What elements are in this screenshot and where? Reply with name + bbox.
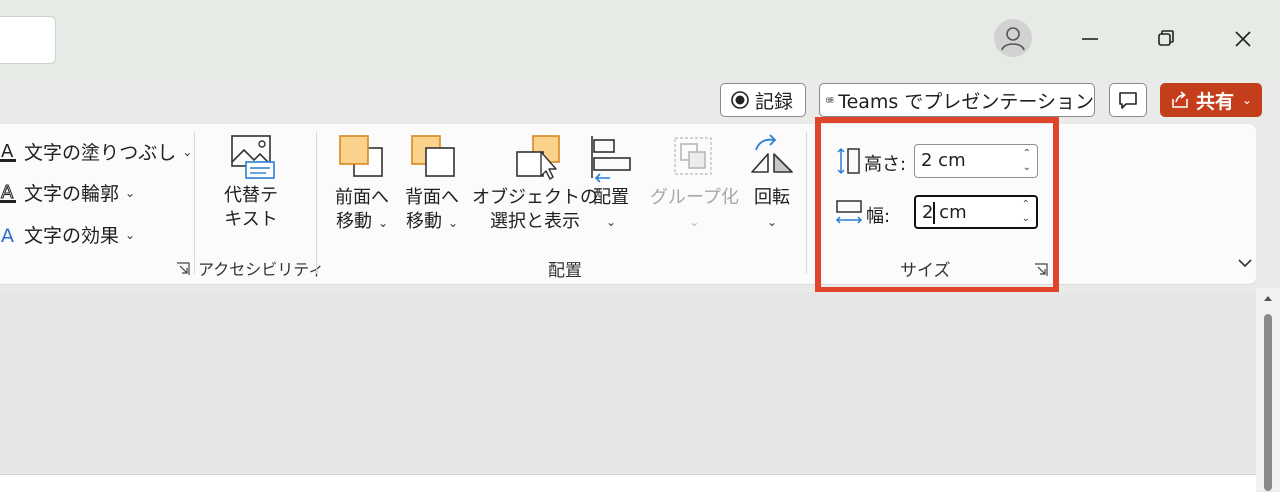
alt-text-label-1: 代替テ <box>224 185 278 206</box>
close-button[interactable] <box>1226 22 1260 56</box>
rotate-button[interactable]: 回転 ⌄ <box>746 132 798 234</box>
alt-text-label-2: キスト <box>224 209 278 230</box>
chevron-down-icon: ⌄ <box>605 215 617 229</box>
send-backward-label-1: 背面へ <box>405 187 459 208</box>
record-icon <box>731 91 749 109</box>
chevron-down-icon: ⌄ <box>766 215 778 229</box>
alt-text-icon <box>231 135 275 179</box>
record-button[interactable]: 記録 <box>720 83 806 117</box>
accessibility-group-label: アクセシビリティ <box>198 260 325 279</box>
dialog-launcher-icon[interactable] <box>176 262 190 276</box>
text-fill-icon: A <box>0 141 16 162</box>
text-effects-label: 文字の効果 <box>24 225 120 247</box>
scroll-up-icon[interactable] <box>1262 292 1274 304</box>
restore-button[interactable] <box>1149 22 1183 56</box>
svg-text:A: A <box>1 141 14 162</box>
alt-text-button[interactable]: 代替テ キスト <box>224 132 278 232</box>
rotate-label: 回転 <box>754 187 790 208</box>
group-separator <box>194 132 195 274</box>
send-backward-button[interactable]: 背面へ 移動 ⌄ <box>404 132 460 235</box>
group-label: グループ化 <box>650 187 739 208</box>
text-outline-button[interactable]: A 文字の輪郭 ⌄ <box>0 179 135 206</box>
command-bar: 記録 T Teams でプレゼンテーション 共有 ⌄ <box>0 80 1280 124</box>
chevron-down-icon: ⌄ <box>182 144 193 159</box>
chevron-down-icon: ⌄ <box>689 215 700 229</box>
selection-pane-label-1: オブジェクトの <box>472 187 598 208</box>
search-box[interactable] <box>0 16 56 64</box>
chevron-down-icon: ⌄ <box>377 216 389 230</box>
share-button[interactable]: 共有 ⌄ <box>1160 83 1262 117</box>
bring-forward-label-2: 移動 <box>335 211 372 232</box>
chevron-down-icon: ⌄ <box>447 216 459 230</box>
person-icon <box>1001 27 1025 51</box>
group-separator <box>316 132 317 274</box>
arrange-group-label: 配置 <box>548 261 582 281</box>
minimize-button[interactable] <box>1073 22 1107 56</box>
vertical-scrollbar[interactable] <box>1256 288 1280 491</box>
chevron-down-icon: ⌄ <box>125 227 136 242</box>
text-fill-label: 文字の塗りつぶし <box>24 142 177 164</box>
scroll-thumb[interactable] <box>1264 314 1272 491</box>
restore-icon <box>1158 30 1174 46</box>
close-icon <box>1235 31 1251 47</box>
share-icon <box>1172 91 1188 108</box>
align-icon <box>591 136 631 183</box>
chevron-down-icon: ⌄ <box>125 185 136 200</box>
text-effects-button[interactable]: A 文字の効果 ⌄ <box>0 221 135 248</box>
text-fill-button[interactable]: A 文字の塗りつぶし ⌄ <box>0 138 192 165</box>
account-avatar[interactable] <box>994 19 1032 57</box>
align-button[interactable]: 配置 ⌄ <box>586 132 636 234</box>
comments-button[interactable] <box>1109 83 1147 117</box>
bring-forward-button[interactable]: 前面へ 移動 ⌄ <box>334 132 390 235</box>
bring-forward-icon <box>339 135 383 177</box>
teams-present-button[interactable]: T Teams でプレゼンテーション <box>819 83 1095 117</box>
send-backward-icon <box>411 135 455 177</box>
chevron-down-icon: ⌄ <box>1242 93 1253 107</box>
group-icon <box>674 137 713 175</box>
teams-icon: T <box>826 97 834 103</box>
slide-canvas-area <box>0 292 1256 473</box>
slide-edge <box>0 474 1256 492</box>
bring-forward-label-1: 前面へ <box>335 187 389 208</box>
text-outline-icon: A <box>0 181 16 203</box>
svg-text:A: A <box>1 225 14 247</box>
svg-text:A: A <box>1 182 14 203</box>
comment-icon <box>1119 92 1137 109</box>
align-label: 配置 <box>593 187 629 208</box>
selection-pane-button[interactable]: オブジェクトの 選択と表示 <box>472 132 598 234</box>
teams-label: Teams でプレゼンテーション <box>838 90 1094 113</box>
ribbon: A 文字の塗りつぶし ⌄ A 文字の輪郭 ⌄ A 文字の効果 ⌄ 代替テ キスト… <box>0 124 1256 285</box>
selection-pane-icon <box>516 135 560 180</box>
minimize-icon <box>1082 38 1098 40</box>
record-label: 記録 <box>755 90 794 113</box>
title-bar <box>0 0 1280 80</box>
size-group-highlight <box>815 117 1059 293</box>
group-button[interactable]: グループ化 ⌄ <box>650 132 739 234</box>
selection-pane-label-2: 選択と表示 <box>490 211 580 232</box>
send-backward-label-2: 移動 <box>405 211 442 232</box>
group-separator <box>806 132 807 274</box>
collapse-ribbon-icon[interactable] <box>1236 256 1254 270</box>
share-label: 共有 <box>1196 90 1235 113</box>
text-outline-label: 文字の輪郭 <box>24 183 120 205</box>
text-effects-icon: A <box>1 225 14 247</box>
rotate-icon <box>751 134 793 173</box>
